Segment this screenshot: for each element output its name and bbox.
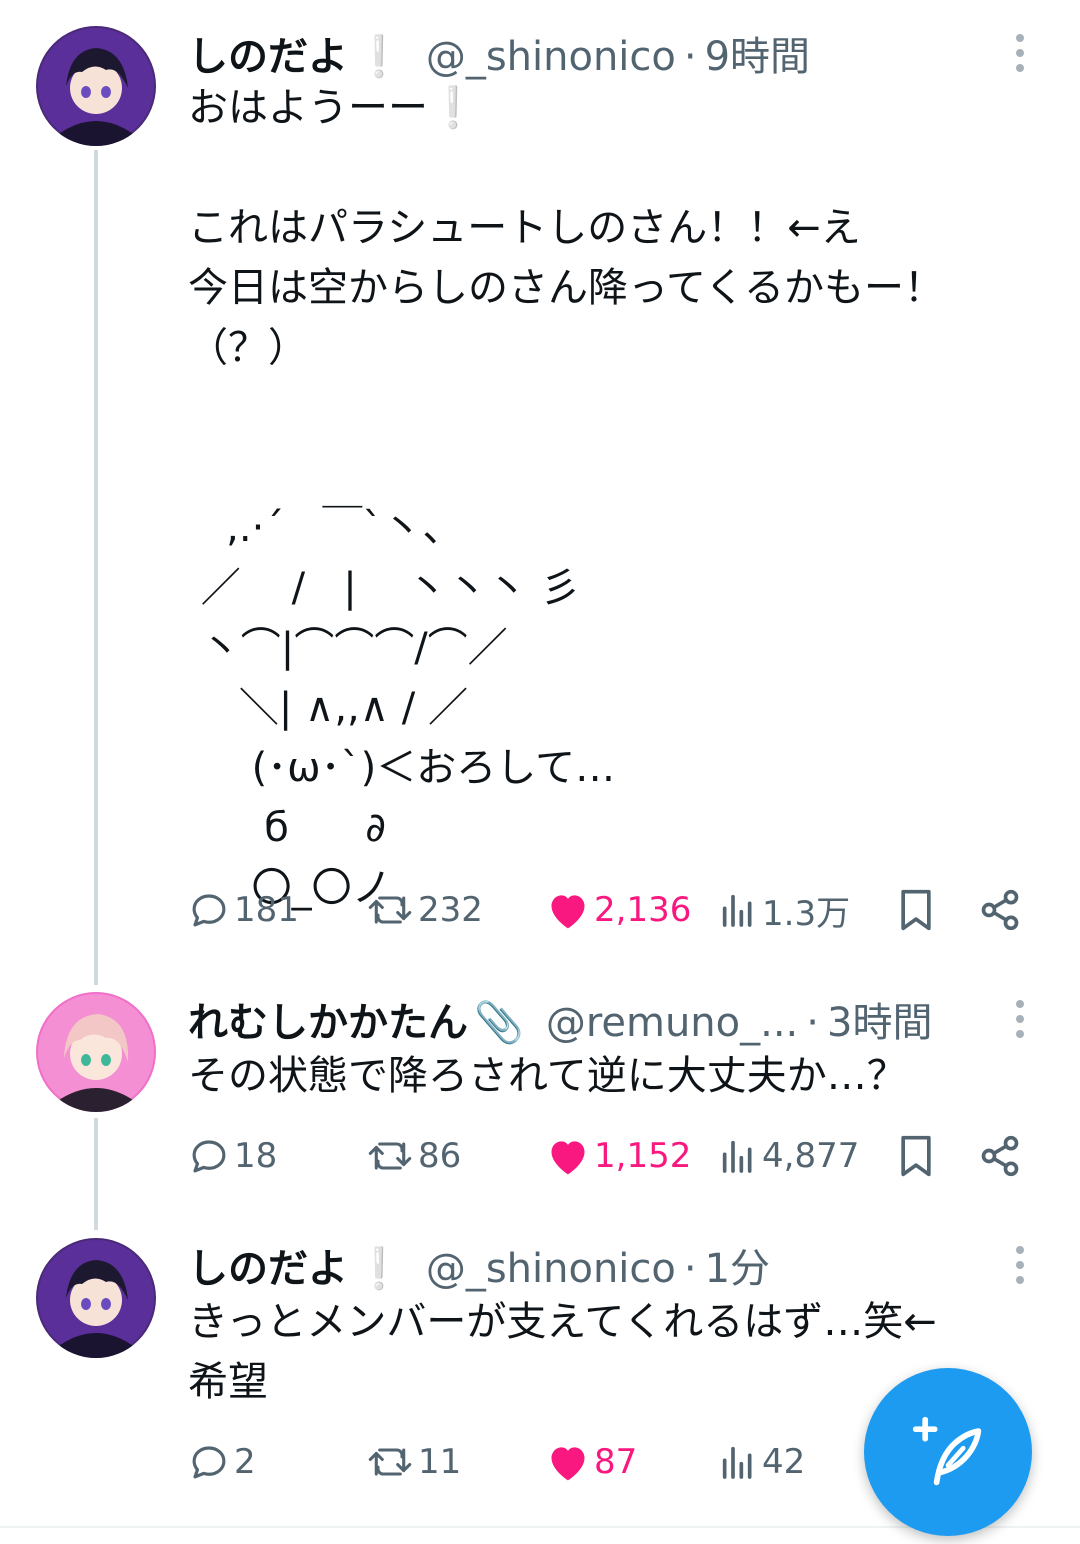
retweet-count: 86 bbox=[418, 1136, 462, 1176]
display-name[interactable]: しのだよ bbox=[188, 1236, 348, 1294]
views-button[interactable]: 4,877 bbox=[718, 1126, 859, 1186]
display-name[interactable]: しのだよ bbox=[188, 24, 348, 82]
like-button[interactable]: 87 bbox=[546, 1432, 637, 1492]
tweet-text: その状態で降ろされて逆に大丈夫か…？ bbox=[188, 1053, 907, 1099]
like-button[interactable]: 2,136 bbox=[546, 880, 691, 940]
retweet-count: 11 bbox=[418, 1442, 462, 1482]
tweet-actions: 18 86 1,152 4,877 bbox=[188, 1126, 1030, 1186]
handle[interactable]: @_shinonico bbox=[426, 1246, 676, 1292]
bookmark-button[interactable] bbox=[896, 1126, 936, 1186]
more-options-icon[interactable] bbox=[1012, 1000, 1028, 1038]
view-count: 1.3万 bbox=[762, 893, 851, 934]
views-button[interactable]: 42 bbox=[718, 1432, 805, 1492]
handle[interactable]: @remuno_... bbox=[546, 1000, 798, 1046]
bookmark-icon bbox=[901, 1135, 931, 1177]
compose-button[interactable] bbox=[864, 1368, 1032, 1536]
thread-connector bbox=[94, 150, 98, 985]
like-count: 2,136 bbox=[594, 890, 692, 930]
tweet-header: れむしかかたん 📎 @remuno_... · 3時間 bbox=[188, 990, 932, 1048]
thread-connector bbox=[94, 1118, 98, 1230]
retweet-button[interactable]: 232 bbox=[366, 880, 483, 940]
views-icon bbox=[722, 1140, 752, 1173]
reply-button[interactable]: 2 bbox=[188, 1432, 256, 1492]
reply-count: 181 bbox=[234, 890, 299, 930]
separator: · bbox=[683, 34, 697, 80]
retweet-icon bbox=[368, 1448, 412, 1476]
heart-icon bbox=[551, 1141, 585, 1175]
display-name[interactable]: れむしかかたん bbox=[188, 990, 468, 1048]
handle[interactable]: @_shinonico bbox=[426, 34, 676, 80]
retweet-button[interactable]: 11 bbox=[366, 1432, 461, 1492]
bookmark-icon bbox=[901, 889, 931, 931]
heart-icon bbox=[551, 895, 585, 929]
like-count: 1,152 bbox=[594, 1136, 692, 1176]
tweet-actions: 181 232 2,136 1.3万 bbox=[188, 880, 1030, 940]
retweet-icon bbox=[368, 1142, 412, 1170]
reply-icon bbox=[192, 1140, 226, 1173]
reply-count: 2 bbox=[234, 1442, 256, 1482]
avatar[interactable] bbox=[36, 992, 156, 1112]
compose-icon bbox=[912, 1416, 982, 1486]
name-badge: 📎 bbox=[474, 1000, 524, 1046]
reply-button[interactable]: 181 bbox=[188, 880, 299, 940]
views-icon bbox=[722, 894, 752, 927]
separator: · bbox=[683, 1246, 697, 1292]
like-count: 87 bbox=[594, 1442, 638, 1482]
retweet-icon bbox=[368, 896, 412, 924]
more-options-icon[interactable] bbox=[1012, 1246, 1028, 1284]
timestamp[interactable]: 9時間 bbox=[705, 24, 810, 82]
more-options-icon[interactable] bbox=[1012, 34, 1028, 72]
heart-icon bbox=[551, 1447, 585, 1481]
name-badge: ❕ bbox=[354, 1246, 404, 1292]
views-button[interactable]: 1.3万 bbox=[718, 880, 850, 940]
retweet-count: 232 bbox=[418, 890, 483, 930]
avatar[interactable] bbox=[36, 26, 156, 146]
timestamp[interactable]: 1分 bbox=[705, 1236, 770, 1294]
share-icon bbox=[981, 889, 1019, 931]
view-count: 4,877 bbox=[762, 1136, 860, 1176]
reply-icon bbox=[192, 1446, 226, 1479]
tweet-text: おはようーー❕ これはパラシュートしのさん！！←え 今日は空からしのさん降ってく… bbox=[188, 85, 944, 911]
retweet-button[interactable]: 86 bbox=[366, 1126, 461, 1186]
reply-button[interactable]: 18 bbox=[188, 1126, 277, 1186]
separator: · bbox=[806, 1000, 819, 1046]
tweet-header: しのだよ ❕ @_shinonico · 1分 bbox=[188, 1236, 770, 1294]
timestamp[interactable]: 3時間 bbox=[827, 990, 932, 1048]
avatar[interactable] bbox=[36, 1238, 156, 1358]
name-badge: ❕ bbox=[354, 34, 404, 80]
like-button[interactable]: 1,152 bbox=[546, 1126, 691, 1186]
reply-icon bbox=[192, 894, 226, 927]
view-count: 42 bbox=[762, 1442, 806, 1482]
share-icon bbox=[981, 1135, 1019, 1177]
tweet-header: しのだよ ❕ @_shinonico · 9時間 bbox=[188, 24, 810, 82]
reply-count: 18 bbox=[234, 1136, 278, 1176]
bookmark-button[interactable] bbox=[896, 880, 936, 940]
views-icon bbox=[722, 1446, 752, 1479]
share-button[interactable] bbox=[978, 880, 1022, 940]
share-button[interactable] bbox=[978, 1126, 1022, 1186]
tweet-text: きっとメンバーが支えてくれるはず…笑← 希望 bbox=[188, 1299, 937, 1405]
